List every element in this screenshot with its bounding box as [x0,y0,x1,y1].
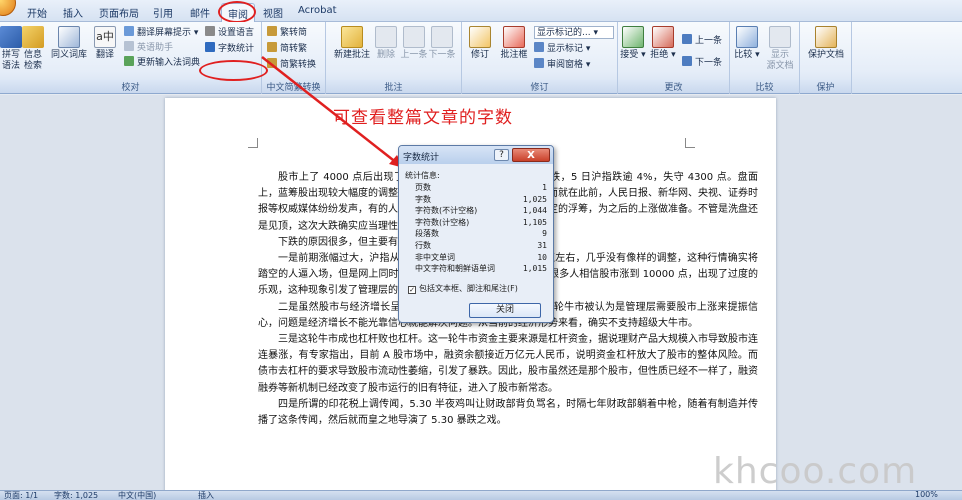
stat-row-chinese-chars: 中文字符和朝鲜语单词 1,015 [415,264,547,274]
statistics-section: 统计信息: 页数 1 字数 1,025 字符数(不计空格) 1,044 字符数(计空格… [405,170,547,275]
word-count-dialog: 字数统计 ? X 统计信息: 页数 1 字数 1,025 字符数(不计空格) 1,04… [398,145,554,323]
status-language[interactable]: 中文(中国) [118,490,156,500]
watermark-text: khcoo.com [713,451,918,492]
annotation-text: 可查看整篇文章的字数 [333,108,513,128]
stat-row-pages: 页数 1 [415,183,547,192]
statistics-label: 统计信息: [405,171,440,180]
stat-row-lines: 行数 31 [415,240,547,250]
stat-row-chars-with-spaces: 字符数(计空格) 1,105 [415,217,547,227]
status-word-count[interactable]: 字数: 1,025 [54,490,98,500]
include-textboxes-checkbox[interactable]: ✓ 包括文本框、脚注和尾注(F) [408,283,518,294]
stat-row-non-chinese-words: 非中文单词 10 [415,252,547,262]
status-insert-mode[interactable]: 插入 [198,490,214,500]
stat-row-words: 字数 1,025 [415,194,547,204]
stat-row-paragraphs: 段落数 9 [415,229,547,239]
status-page[interactable]: 页面: 1/1 [4,490,38,500]
status-zoom[interactable]: 100% [915,490,938,499]
help-button[interactable]: ? [494,149,509,161]
close-x-button[interactable]: X [512,148,550,162]
checkbox-check-icon: ✓ [408,286,416,294]
close-button[interactable]: 关闭 [469,303,541,318]
dialog-title-bar[interactable]: 字数统计 ? X [399,146,553,164]
stat-row-chars-no-spaces: 字符数(不计空格) 1,044 [415,206,547,216]
dialog-title: 字数统计 [403,153,440,163]
